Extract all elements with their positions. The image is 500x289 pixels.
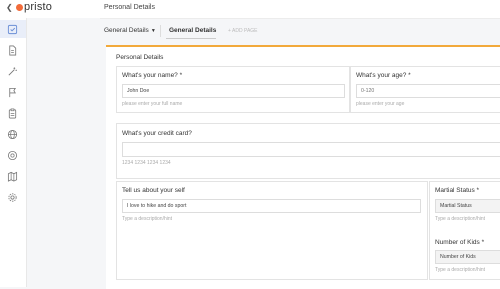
add-page-button[interactable]: + ADD PAGE <box>228 28 258 34</box>
about-field-box: Tell us about your self Type a descripti… <box>116 181 428 280</box>
about-input[interactable] <box>122 199 421 213</box>
page-tabs: General Details ▼ General Details + ADD P… <box>100 20 500 42</box>
chevron-left-icon[interactable]: ❮ <box>6 3 13 12</box>
settings-icon[interactable] <box>7 192 18 203</box>
active-tab-underline <box>166 38 216 39</box>
caret-down-icon: ▼ <box>150 28 156 34</box>
about-label: Tell us about your self <box>122 187 185 194</box>
credit-card-hint: 1234 1234 1234 1234 <box>122 160 171 166</box>
marital-status-label: Martial Status * <box>435 187 480 194</box>
brand-name: pristo <box>24 1 53 13</box>
credit-card-field-box: What's your credit card? 1234 1234 1234 … <box>116 123 500 179</box>
age-input[interactable] <box>356 84 500 98</box>
top-bar: Personal Details <box>100 0 500 19</box>
document-icon[interactable] <box>7 45 18 56</box>
credit-card-input[interactable] <box>122 142 500 157</box>
tab-general-details[interactable]: General Details <box>169 27 216 34</box>
kids-label: Number of Kids * <box>435 239 485 246</box>
name-field-box: What's your name? * please enter your fu… <box>116 66 350 113</box>
clipboard-icon[interactable] <box>7 108 18 119</box>
brand-mark-icon <box>16 4 23 11</box>
sidebar <box>0 0 27 287</box>
map-icon[interactable] <box>7 171 18 182</box>
page-dropdown-label: General Details <box>104 27 149 34</box>
name-hint: please enter your full name <box>122 101 183 107</box>
form-card: Personal Details What's your name? * ple… <box>106 45 500 289</box>
form-icon[interactable] <box>7 24 18 35</box>
kids-input[interactable]: Number of Kids <box>435 250 500 264</box>
page-title: Personal Details <box>104 4 155 11</box>
at-sign-icon[interactable] <box>7 150 18 161</box>
age-field-box: What's your age? * please enter your age <box>350 66 500 113</box>
name-label: What's your name? * <box>122 72 183 79</box>
credit-card-label: What's your credit card? <box>122 130 192 137</box>
tab-divider <box>160 25 161 37</box>
marital-status-select[interactable]: Martial Status <box>435 199 500 213</box>
name-input[interactable] <box>122 84 345 98</box>
kids-hint: Type a description/hint <box>435 267 486 273</box>
magic-wand-icon[interactable] <box>7 66 18 77</box>
flag-icon[interactable] <box>7 87 18 98</box>
status-field-box: Martial Status * Martial Status Type a d… <box>429 181 500 280</box>
section-title: Personal Details <box>116 54 164 61</box>
globe-icon[interactable] <box>7 129 18 140</box>
app-logo[interactable]: ❮ pristo <box>0 0 100 18</box>
age-label: What's your age? * <box>356 72 411 79</box>
page-dropdown[interactable]: General Details ▼ <box>104 27 156 34</box>
about-hint: Type a description/hint <box>122 216 173 222</box>
age-hint: please enter your age <box>356 101 405 107</box>
marital-status-hint: Type a description/hint <box>435 216 486 222</box>
